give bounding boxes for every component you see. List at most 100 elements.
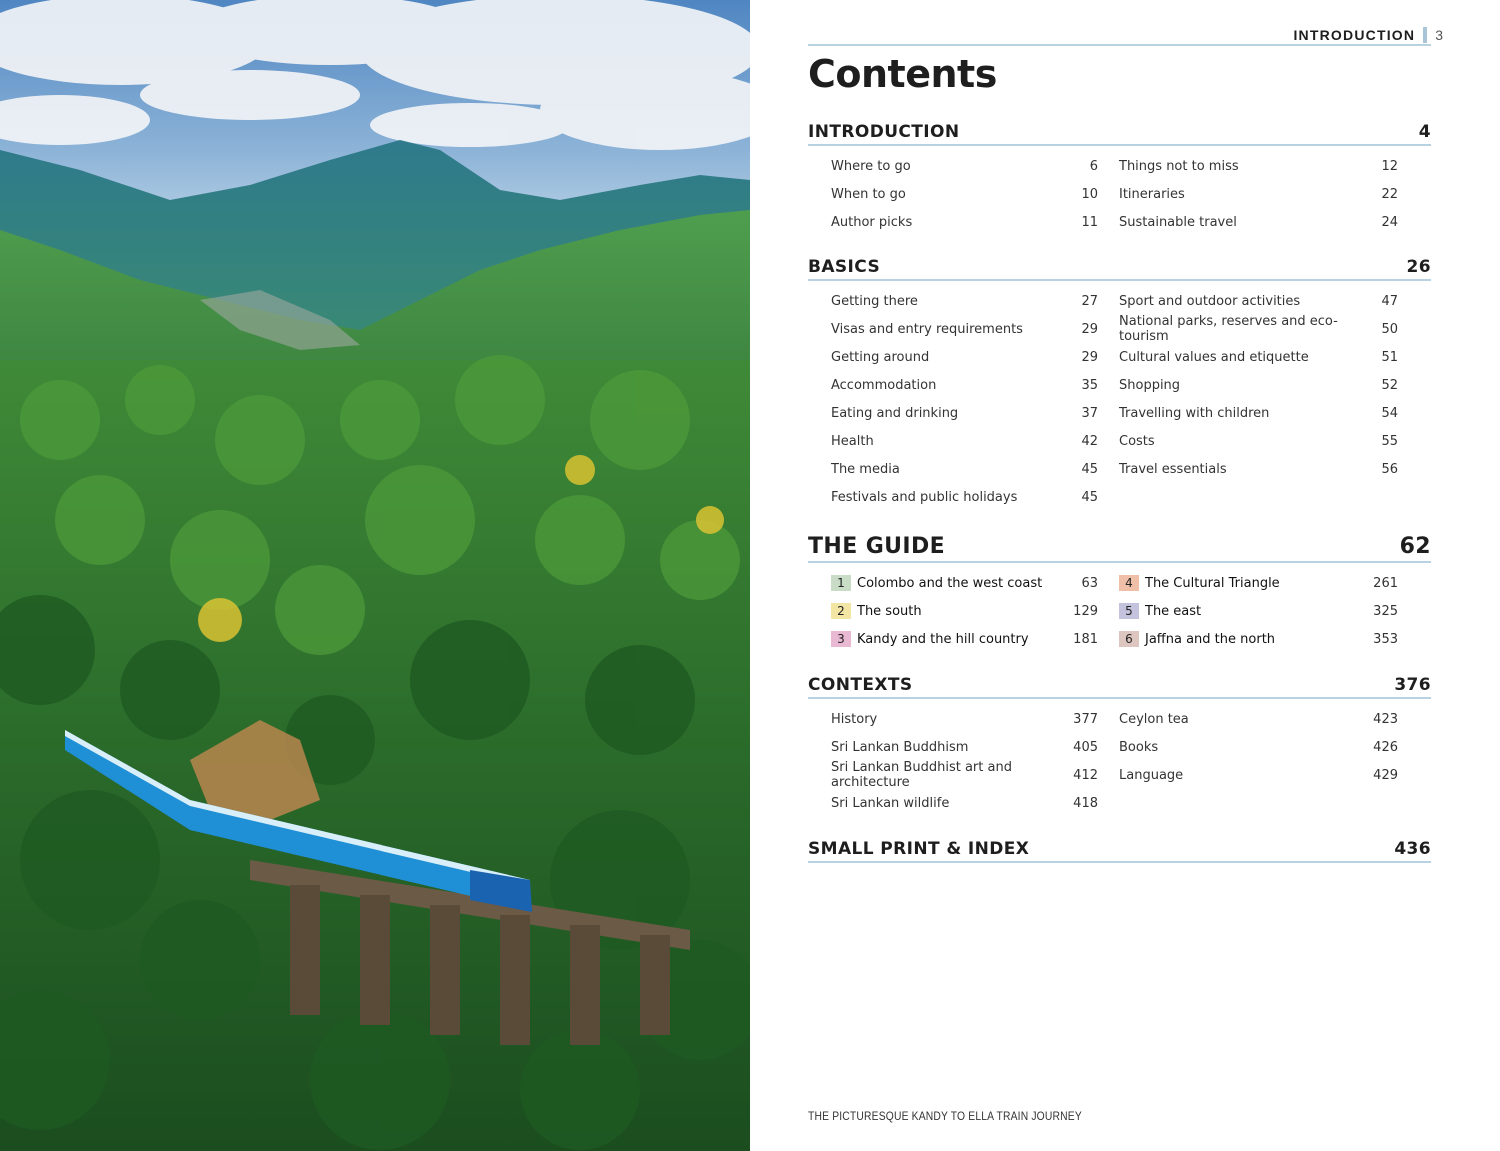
entry-label: Eating and drinking [831, 405, 959, 421]
section-header[interactable]: BASICS 26 [808, 247, 1431, 281]
toc-entry[interactable]: Author picks 11 [831, 208, 1098, 236]
chapter-number-badge: 1 [831, 575, 851, 591]
chapter-entry[interactable]: 4 The Cultural Triangle 261 [1119, 569, 1398, 597]
toc-entry[interactable]: Costs 55 [1119, 427, 1398, 455]
entry-page: 429 [1373, 767, 1398, 783]
toc-entry[interactable]: Sport and outdoor activities 47 [1119, 287, 1398, 315]
section-header[interactable]: CONTEXTS 376 [808, 665, 1431, 699]
running-head: INTRODUCTION 3 [1293, 26, 1443, 44]
entry-label: Things not to miss [1119, 158, 1239, 174]
entry-label: Accommodation [831, 377, 937, 393]
entry-page: 261 [1373, 575, 1398, 591]
toc-entry[interactable]: Eating and drinking 37 [831, 399, 1098, 427]
entry-page: 353 [1373, 631, 1398, 647]
chapter-number-badge: 2 [831, 603, 851, 619]
toc-entry[interactable]: History 377 [831, 705, 1098, 733]
section-contexts: CONTEXTS 376 History 377 Sri Lankan Buddh… [808, 665, 1431, 817]
entry-page: 6 [1089, 158, 1098, 174]
toc-entry[interactable]: Getting around 29 [831, 343, 1098, 371]
entry-label: Sri Lankan Buddhism [831, 739, 969, 755]
entry-page: 63 [1081, 575, 1098, 591]
entry-label: The Cultural Triangle [1145, 575, 1280, 591]
entry-page: 55 [1381, 433, 1398, 449]
entry-label: Jaffna and the north [1145, 631, 1276, 647]
entry-page: 405 [1073, 739, 1098, 755]
entry-page: 42 [1081, 433, 1098, 449]
toc-entry[interactable]: When to go 10 [831, 180, 1098, 208]
section-small-print-index: SMALL PRINT & INDEX 436 [808, 829, 1431, 863]
toc-entry[interactable]: Itineraries 22 [1119, 180, 1398, 208]
entry-page: 29 [1081, 321, 1098, 337]
toc-entry[interactable]: Sri Lankan wildlife 418 [831, 789, 1098, 817]
contents-page: INTRODUCTION 3 Contents INTRODUCTION 4 W… [808, 0, 1443, 1151]
toc-entry[interactable]: Accommodation 35 [831, 371, 1098, 399]
entry-label: National parks, reserves and eco-tourism [1119, 314, 1338, 344]
chapter-number-badge: 3 [831, 631, 851, 647]
chapter-entry[interactable]: 6 Jaffna and the north 353 [1119, 625, 1398, 653]
entry-page: 56 [1381, 461, 1398, 477]
entry-label: Costs [1119, 433, 1155, 449]
entry-label: Getting there [831, 293, 918, 309]
entry-label: Sri Lankan wildlife [831, 795, 950, 811]
entry-label: Travelling with children [1119, 405, 1270, 421]
section-title: CONTEXTS [808, 675, 913, 695]
entry-label: Festivals and public holidays [831, 489, 1018, 505]
toc-entry[interactable]: Visas and entry requirements 29 [831, 315, 1098, 343]
entry-page: 129 [1073, 603, 1098, 619]
entry-page: 27 [1081, 293, 1098, 309]
section-page: 436 [1394, 839, 1431, 859]
entry-label: Cultural values and etiquette [1119, 349, 1309, 365]
toc-entry[interactable]: Ceylon tea 423 [1119, 705, 1398, 733]
section-title: SMALL PRINT & INDEX [808, 839, 1030, 859]
toc-entry[interactable]: Getting there 27 [831, 287, 1098, 315]
entry-label: Language [1119, 767, 1184, 783]
section-header[interactable]: THE GUIDE 62 [808, 525, 1431, 563]
toc-entry[interactable]: Language 429 [1119, 761, 1398, 789]
entry-page: 45 [1081, 461, 1098, 477]
toc-entry[interactable]: Sustainable travel 24 [1119, 208, 1398, 236]
chapter-entry[interactable]: 1 Colombo and the west coast 63 [831, 569, 1098, 597]
toc-entry[interactable]: Festivals and public holidays 45 [831, 483, 1098, 511]
entry-label: Ceylon tea [1119, 711, 1189, 727]
entry-page: 35 [1081, 377, 1098, 393]
section-introduction: INTRODUCTION 4 Where to go 6 When to go 10… [808, 112, 1431, 236]
toc-entry[interactable]: Books 426 [1119, 733, 1398, 761]
entry-page: 29 [1081, 349, 1098, 365]
toc-entry[interactable]: Things not to miss 12 [1119, 152, 1398, 180]
toc-entry[interactable]: Sri Lankan Buddhism 405 [831, 733, 1098, 761]
entry-page: 423 [1373, 711, 1398, 727]
chapter-entry[interactable]: 3 Kandy and the hill country 181 [831, 625, 1098, 653]
entry-label: Sustainable travel [1119, 214, 1237, 230]
chapter-number-badge: 6 [1119, 631, 1139, 647]
toc-entry[interactable]: Travelling with children 54 [1119, 399, 1398, 427]
toc-entry[interactable]: Travel essentials 56 [1119, 455, 1398, 483]
entry-label: Colombo and the west coast [857, 575, 1043, 591]
chapter-entry[interactable]: 2 The south 129 [831, 597, 1098, 625]
toc-entry[interactable]: Sri Lankan Buddhist art and architecture… [831, 760, 1098, 790]
section-page: 376 [1394, 675, 1431, 695]
toc-entry[interactable]: Health 42 [831, 427, 1098, 455]
entry-label: The media [831, 461, 900, 477]
entry-page: 47 [1381, 293, 1398, 309]
page-title: Contents [808, 52, 997, 96]
entry-page: 181 [1073, 631, 1098, 647]
toc-entry[interactable]: Where to go 6 [831, 152, 1098, 180]
toc-entry[interactable]: The media 45 [831, 455, 1098, 483]
entry-page: 412 [1073, 767, 1098, 783]
toc-entry[interactable]: Cultural values and etiquette 51 [1119, 343, 1398, 371]
running-head-page: 3 [1435, 27, 1443, 43]
section-header[interactable]: SMALL PRINT & INDEX 436 [808, 829, 1431, 863]
toc-entry[interactable]: Shopping 52 [1119, 371, 1398, 399]
entry-label: Where to go [831, 158, 911, 174]
entry-label: Getting around [831, 349, 930, 365]
chapter-entry[interactable]: 5 The east 325 [1119, 597, 1398, 625]
entry-label: The south [857, 603, 922, 619]
entry-page: 10 [1081, 186, 1098, 202]
entry-page: 426 [1373, 739, 1398, 755]
section-basics: BASICS 26 Getting there 27 Visas and entr… [808, 247, 1431, 511]
chapter-number-badge: 5 [1119, 603, 1139, 619]
section-header[interactable]: INTRODUCTION 4 [808, 112, 1431, 146]
section-title: THE GUIDE [808, 534, 946, 559]
section-title: INTRODUCTION [808, 122, 960, 142]
toc-entry[interactable]: National parks, reserves and eco-tourism… [1119, 314, 1398, 344]
